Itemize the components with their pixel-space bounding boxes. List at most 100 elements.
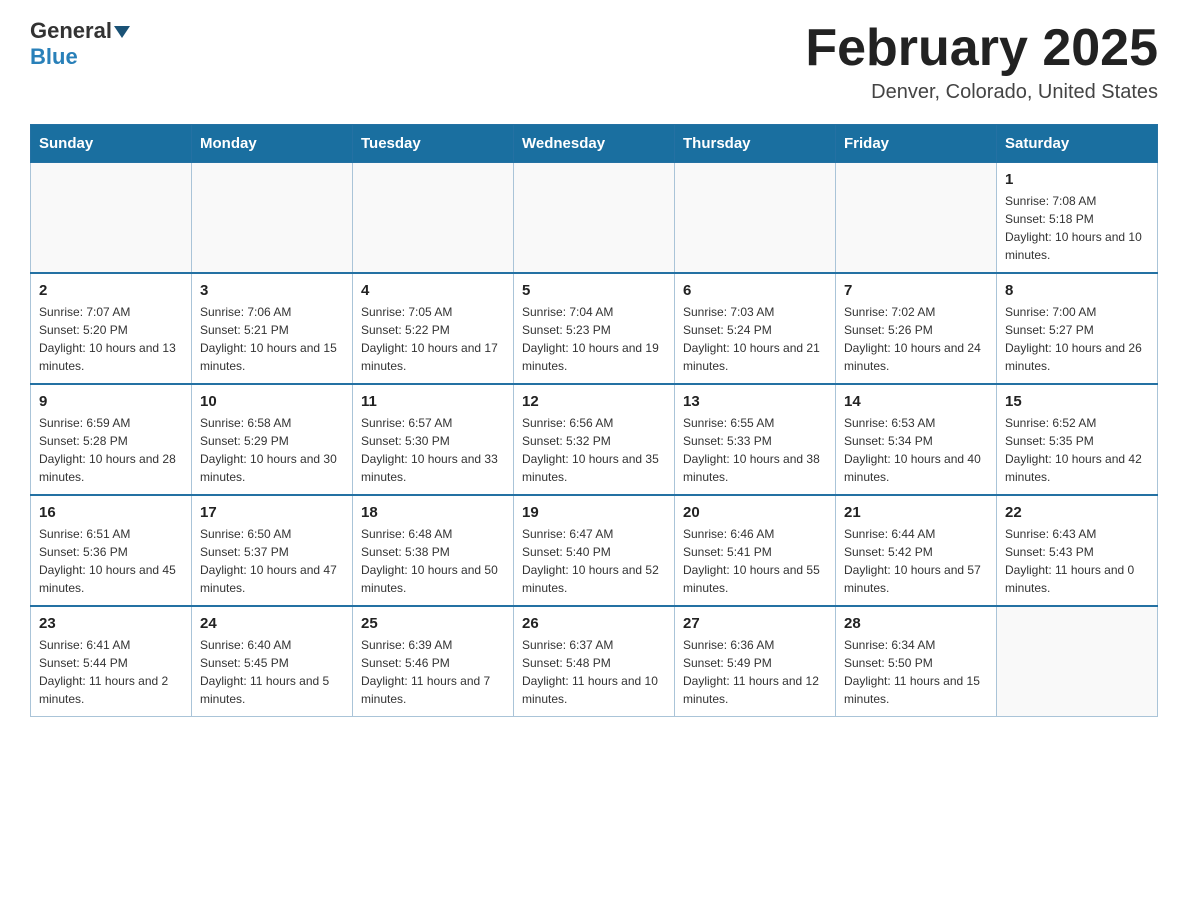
calendar-cell: 16 Sunrise: 6:51 AMSunset: 5:36 PMDayligh… xyxy=(31,495,192,606)
calendar-cell: 9 Sunrise: 6:59 AMSunset: 5:28 PMDaylight… xyxy=(31,384,192,495)
day-info: Sunrise: 6:56 AMSunset: 5:32 PMDaylight:… xyxy=(522,414,666,486)
week-row-5: 23 Sunrise: 6:41 AMSunset: 5:44 PMDayligh… xyxy=(31,606,1158,717)
calendar-cell: 20 Sunrise: 6:46 AMSunset: 5:41 PMDayligh… xyxy=(675,495,836,606)
day-number: 3 xyxy=(200,282,344,299)
logo-line2: Blue xyxy=(30,44,78,70)
day-number: 2 xyxy=(39,282,183,299)
day-info: Sunrise: 6:51 AMSunset: 5:36 PMDaylight:… xyxy=(39,525,183,597)
day-info: Sunrise: 6:53 AMSunset: 5:34 PMDaylight:… xyxy=(844,414,988,486)
calendar-cell: 1 Sunrise: 7:08 AMSunset: 5:18 PMDaylight… xyxy=(997,163,1158,274)
week-row-4: 16 Sunrise: 6:51 AMSunset: 5:36 PMDayligh… xyxy=(31,495,1158,606)
calendar-cell xyxy=(836,163,997,274)
day-info: Sunrise: 7:02 AMSunset: 5:26 PMDaylight:… xyxy=(844,303,988,375)
week-row-1: 1 Sunrise: 7:08 AMSunset: 5:18 PMDaylight… xyxy=(31,163,1158,274)
day-number: 1 xyxy=(1005,171,1149,188)
calendar-cell: 18 Sunrise: 6:48 AMSunset: 5:38 PMDayligh… xyxy=(353,495,514,606)
day-info: Sunrise: 7:06 AMSunset: 5:21 PMDaylight:… xyxy=(200,303,344,375)
day-number: 9 xyxy=(39,393,183,410)
calendar-cell: 17 Sunrise: 6:50 AMSunset: 5:37 PMDayligh… xyxy=(192,495,353,606)
day-info: Sunrise: 6:57 AMSunset: 5:30 PMDaylight:… xyxy=(361,414,505,486)
week-row-2: 2 Sunrise: 7:07 AMSunset: 5:20 PMDaylight… xyxy=(31,273,1158,384)
day-info: Sunrise: 6:47 AMSunset: 5:40 PMDaylight:… xyxy=(522,525,666,597)
day-header-saturday: Saturday xyxy=(997,125,1158,163)
day-number: 26 xyxy=(522,615,666,632)
day-number: 28 xyxy=(844,615,988,632)
calendar-cell xyxy=(675,163,836,274)
day-info: Sunrise: 7:07 AMSunset: 5:20 PMDaylight:… xyxy=(39,303,183,375)
day-number: 15 xyxy=(1005,393,1149,410)
calendar-cell xyxy=(353,163,514,274)
day-number: 21 xyxy=(844,504,988,521)
day-info: Sunrise: 6:44 AMSunset: 5:42 PMDaylight:… xyxy=(844,525,988,597)
calendar-cell xyxy=(997,606,1158,717)
calendar-cell: 24 Sunrise: 6:40 AMSunset: 5:45 PMDayligh… xyxy=(192,606,353,717)
day-number: 16 xyxy=(39,504,183,521)
day-info: Sunrise: 6:46 AMSunset: 5:41 PMDaylight:… xyxy=(683,525,827,597)
day-number: 14 xyxy=(844,393,988,410)
day-info: Sunrise: 6:36 AMSunset: 5:49 PMDaylight:… xyxy=(683,636,827,708)
day-info: Sunrise: 7:00 AMSunset: 5:27 PMDaylight:… xyxy=(1005,303,1149,375)
calendar-cell: 26 Sunrise: 6:37 AMSunset: 5:48 PMDayligh… xyxy=(514,606,675,717)
day-info: Sunrise: 6:59 AMSunset: 5:28 PMDaylight:… xyxy=(39,414,183,486)
calendar-cell: 13Sunrise: 6:55 AMSunset: 5:33 PMDayligh… xyxy=(675,384,836,495)
day-number: 5 xyxy=(522,282,666,299)
calendar-cell xyxy=(31,163,192,274)
calendar-cell: 22 Sunrise: 6:43 AMSunset: 5:43 PMDayligh… xyxy=(997,495,1158,606)
day-number: 13 xyxy=(683,393,827,410)
calendar-cell: 21 Sunrise: 6:44 AMSunset: 5:42 PMDayligh… xyxy=(836,495,997,606)
day-info: Sunrise: 6:48 AMSunset: 5:38 PMDaylight:… xyxy=(361,525,505,597)
calendar-cell: 4 Sunrise: 7:05 AMSunset: 5:22 PMDaylight… xyxy=(353,273,514,384)
calendar-cell: 12 Sunrise: 6:56 AMSunset: 5:32 PMDayligh… xyxy=(514,384,675,495)
calendar-cell: 27 Sunrise: 6:36 AMSunset: 5:49 PMDayligh… xyxy=(675,606,836,717)
day-info: Sunrise: 6:39 AMSunset: 5:46 PMDaylight:… xyxy=(361,636,505,708)
calendar-cell: 19 Sunrise: 6:47 AMSunset: 5:40 PMDayligh… xyxy=(514,495,675,606)
calendar-cell: 14 Sunrise: 6:53 AMSunset: 5:34 PMDayligh… xyxy=(836,384,997,495)
day-number: 27 xyxy=(683,615,827,632)
day-info: Sunrise: 6:37 AMSunset: 5:48 PMDaylight:… xyxy=(522,636,666,708)
day-number: 19 xyxy=(522,504,666,521)
day-number: 24 xyxy=(200,615,344,632)
calendar-cell: 3 Sunrise: 7:06 AMSunset: 5:21 PMDaylight… xyxy=(192,273,353,384)
calendar-cell: 23 Sunrise: 6:41 AMSunset: 5:44 PMDayligh… xyxy=(31,606,192,717)
day-info: Sunrise: 7:04 AMSunset: 5:23 PMDaylight:… xyxy=(522,303,666,375)
calendar-cell xyxy=(514,163,675,274)
day-header-tuesday: Tuesday xyxy=(353,125,514,163)
day-info: Sunrise: 7:05 AMSunset: 5:22 PMDaylight:… xyxy=(361,303,505,375)
day-info: Sunrise: 6:40 AMSunset: 5:45 PMDaylight:… xyxy=(200,636,344,708)
calendar-cell: 15Sunrise: 6:52 AMSunset: 5:35 PMDayligh… xyxy=(997,384,1158,495)
calendar-cell xyxy=(192,163,353,274)
day-header-monday: Monday xyxy=(192,125,353,163)
calendar-cell: 5 Sunrise: 7:04 AMSunset: 5:23 PMDaylight… xyxy=(514,273,675,384)
day-header-sunday: Sunday xyxy=(31,125,192,163)
day-number: 17 xyxy=(200,504,344,521)
days-header-row: SundayMondayTuesdayWednesdayThursdayFrid… xyxy=(31,125,1158,163)
day-number: 8 xyxy=(1005,282,1149,299)
day-number: 12 xyxy=(522,393,666,410)
day-info: Sunrise: 7:08 AMSunset: 5:18 PMDaylight:… xyxy=(1005,192,1149,264)
calendar-cell: 28 Sunrise: 6:34 AMSunset: 5:50 PMDayligh… xyxy=(836,606,997,717)
day-number: 25 xyxy=(361,615,505,632)
day-number: 6 xyxy=(683,282,827,299)
page-header: General Blue February 2025 Denver, Color… xyxy=(30,20,1158,104)
day-number: 4 xyxy=(361,282,505,299)
calendar-cell: 6 Sunrise: 7:03 AMSunset: 5:24 PMDaylight… xyxy=(675,273,836,384)
day-info: Sunrise: 7:03 AMSunset: 5:24 PMDaylight:… xyxy=(683,303,827,375)
day-info: Sunrise: 6:41 AMSunset: 5:44 PMDaylight:… xyxy=(39,636,183,708)
day-number: 18 xyxy=(361,504,505,521)
calendar-cell: 11 Sunrise: 6:57 AMSunset: 5:30 PMDayligh… xyxy=(353,384,514,495)
day-number: 7 xyxy=(844,282,988,299)
day-number: 11 xyxy=(361,393,505,410)
title-area: February 2025 Denver, Colorado, United S… xyxy=(805,20,1158,104)
day-info: Sunrise: 6:50 AMSunset: 5:37 PMDaylight:… xyxy=(200,525,344,597)
day-info: Sunrise: 6:58 AMSunset: 5:29 PMDaylight:… xyxy=(200,414,344,486)
day-info: Sunrise: 6:34 AMSunset: 5:50 PMDaylight:… xyxy=(844,636,988,708)
day-number: 10 xyxy=(200,393,344,410)
day-number: 23 xyxy=(39,615,183,632)
day-number: 22 xyxy=(1005,504,1149,521)
day-header-wednesday: Wednesday xyxy=(514,125,675,163)
day-info: Sunrise: 6:43 AMSunset: 5:43 PMDaylight:… xyxy=(1005,525,1149,597)
calendar-subtitle: Denver, Colorado, United States xyxy=(805,81,1158,104)
calendar-cell: 25 Sunrise: 6:39 AMSunset: 5:46 PMDayligh… xyxy=(353,606,514,717)
logo-line1: General xyxy=(30,20,130,42)
day-number: 20 xyxy=(683,504,827,521)
